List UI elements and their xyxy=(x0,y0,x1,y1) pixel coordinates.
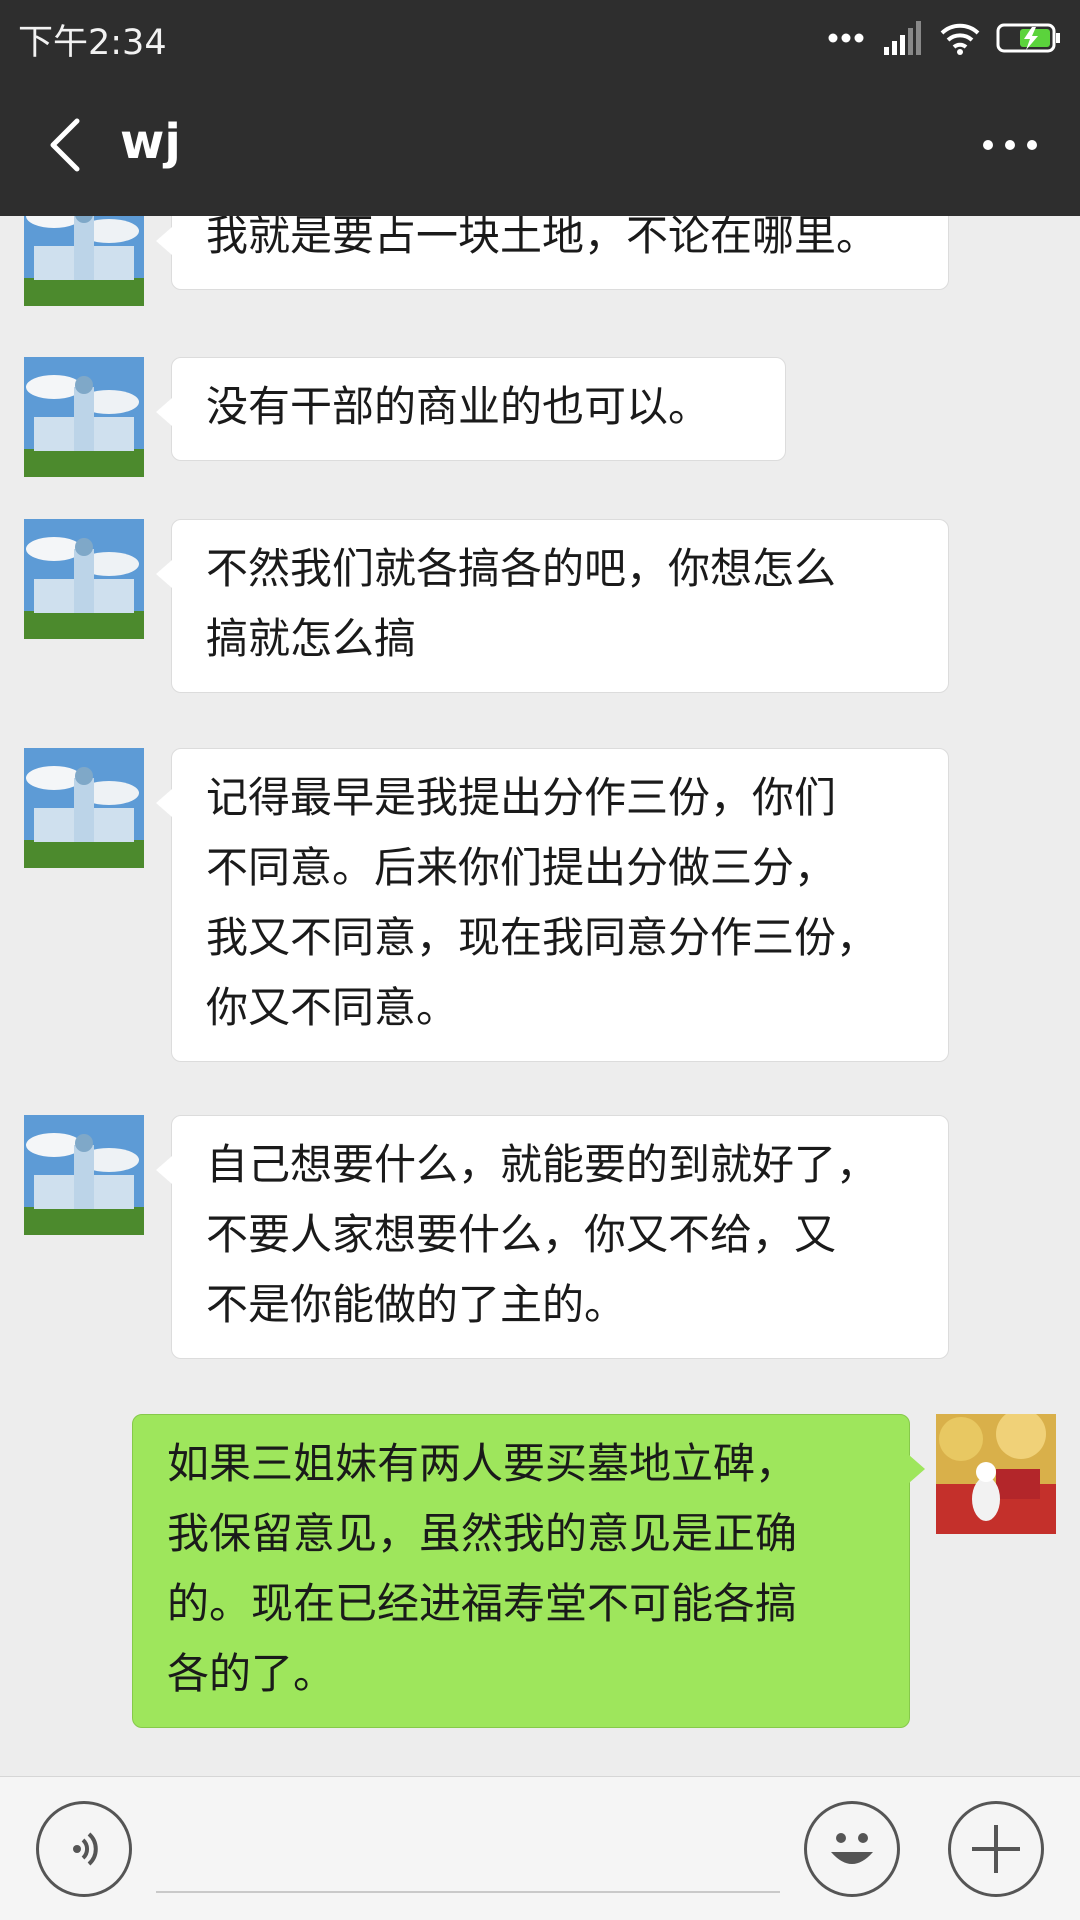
chat-message-list[interactable]: 我就是要占一块土地，不论在哪里。 没有干部的商业的也可以。 不然我们就各搞各的吧… xyxy=(0,216,1080,1776)
more-notifications-icon xyxy=(828,33,864,43)
avatar-building-icon xyxy=(24,357,144,477)
plus-icon xyxy=(972,1825,1020,1873)
contact-avatar[interactable] xyxy=(24,1115,144,1235)
contact-avatar[interactable] xyxy=(24,216,144,306)
received-message-bubble[interactable]: 我就是要占一块土地，不论在哪里。 xyxy=(156,216,949,290)
emoji-button[interactable] xyxy=(804,1801,900,1897)
more-options-button[interactable] xyxy=(970,110,1050,180)
more-dot xyxy=(1027,140,1037,150)
status-icons xyxy=(828,16,1062,60)
sent-message-bubble[interactable]: 如果三姐妹有两人要买墓地立碑， 我保留意见，虽然我的意见是正确 的。现在已经进福… xyxy=(132,1414,925,1728)
received-message-bubble[interactable]: 记得最早是我提出分作三份，你们 不同意。后来你们提出分做三分， 我又不同意，现在… xyxy=(156,748,949,1062)
status-bar: 下午2:34 xyxy=(0,0,1080,74)
chevron-left-icon xyxy=(50,118,80,172)
status-time: 下午2:34 xyxy=(18,23,167,63)
contact-avatar[interactable] xyxy=(24,357,144,477)
avatar-building-icon xyxy=(24,519,144,639)
signal-icon xyxy=(884,21,921,55)
chat-title: wj xyxy=(120,114,181,170)
received-message-bubble[interactable]: 没有干部的商业的也可以。 xyxy=(156,357,786,461)
more-dot xyxy=(1005,140,1015,150)
wifi-icon xyxy=(940,23,980,55)
avatar-building-icon xyxy=(24,748,144,868)
received-message-bubble[interactable]: 自己想要什么，就能要的到就好了， 不要人家想要什么，你又不给，又 不是你能做的了… xyxy=(156,1115,949,1359)
avatar-building-icon xyxy=(24,216,144,306)
avatar-decoration-icon xyxy=(936,1414,1056,1534)
voice-button[interactable] xyxy=(36,1801,132,1897)
contact-avatar[interactable] xyxy=(24,748,144,868)
avatar-building-icon xyxy=(24,1115,144,1235)
emoji-icon xyxy=(831,1833,873,1864)
more-dots-icon xyxy=(983,140,993,150)
my-avatar[interactable] xyxy=(936,1414,1056,1534)
received-message-bubble[interactable]: 不然我们就各搞各的吧，你想怎么 搞就怎么搞 xyxy=(156,519,949,693)
chat-header: wj xyxy=(0,74,1080,216)
contact-avatar[interactable] xyxy=(24,519,144,639)
message-input[interactable] xyxy=(156,1807,780,1893)
input-bar xyxy=(0,1776,1080,1920)
more-functions-button[interactable] xyxy=(948,1801,1044,1897)
voice-icon xyxy=(73,1832,98,1866)
back-button[interactable] xyxy=(30,110,100,180)
battery-charging-icon xyxy=(996,23,1060,53)
